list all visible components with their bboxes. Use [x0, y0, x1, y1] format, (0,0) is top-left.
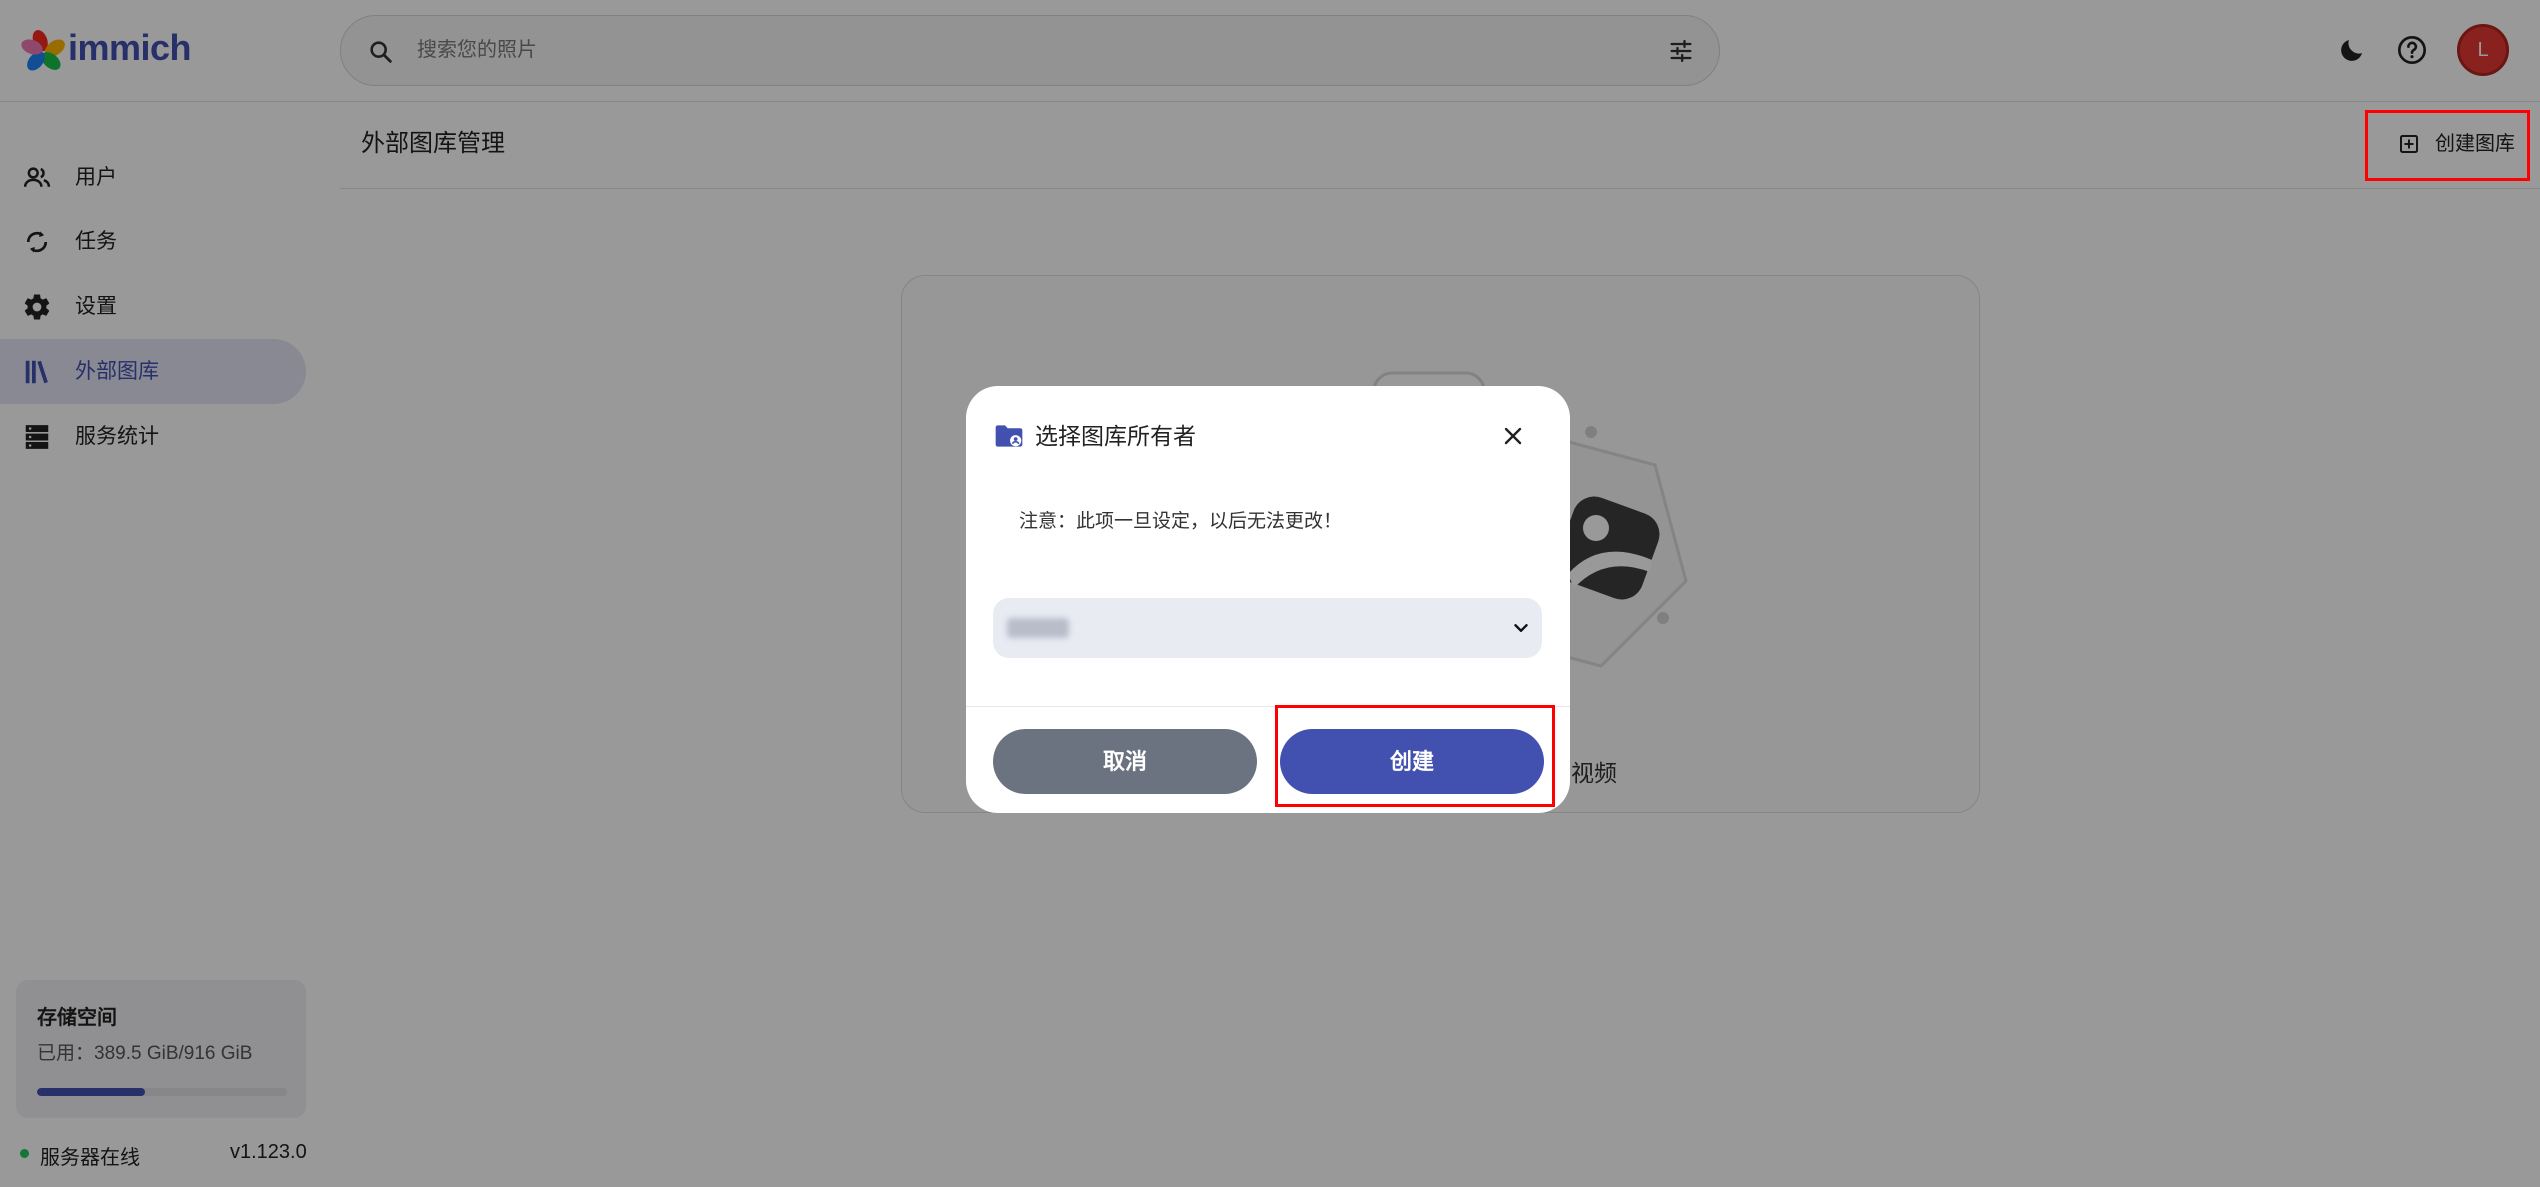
cancel-button[interactable]: 取消: [993, 729, 1257, 794]
owner-select-value: [1007, 618, 1069, 638]
folder-account-icon: [995, 425, 1023, 447]
dialog-note: 注意：此项一旦设定，以后无法更改！: [1019, 511, 1343, 532]
highlight-box-create-library: [2365, 110, 2530, 181]
owner-select[interactable]: [993, 598, 1542, 658]
close-icon[interactable]: [1501, 424, 1525, 448]
highlight-box-create-button: [1275, 705, 1555, 807]
dialog-title: 选择图库所有者: [1035, 423, 1196, 449]
chevron-down-icon: [1514, 624, 1528, 632]
